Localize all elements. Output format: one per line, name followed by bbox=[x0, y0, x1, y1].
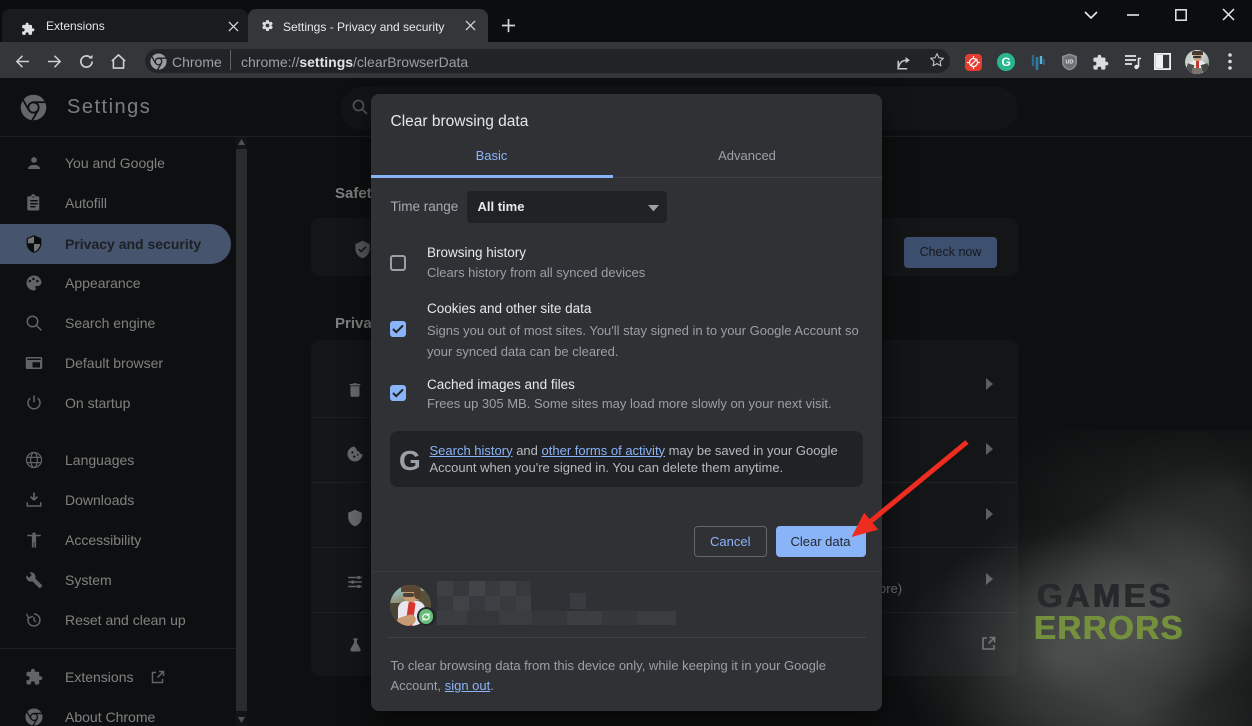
svg-text:UD: UD bbox=[1066, 60, 1074, 66]
